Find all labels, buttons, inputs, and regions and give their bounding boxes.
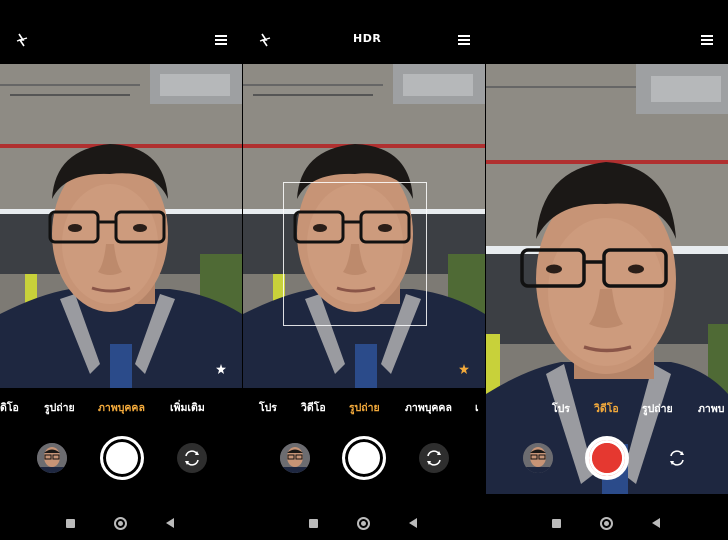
camera-flip-icon[interactable] [177,443,207,473]
top-bar [486,30,728,52]
viewfinder[interactable] [243,64,485,388]
top-bar [0,30,242,52]
mode-more[interactable]: เพิ่มเติม [170,399,205,416]
camera-flip-icon[interactable] [419,443,449,473]
mode-photo[interactable]: รูปถ่าย [642,400,673,417]
menu-icon[interactable] [214,33,228,47]
home-button[interactable] [600,517,613,530]
gallery-thumbnail[interactable] [280,443,310,473]
flash-off-icon[interactable] [257,32,273,48]
recents-button[interactable] [66,519,75,528]
home-button[interactable] [357,517,370,530]
camera-flip-icon[interactable] [662,443,692,473]
mode-video[interactable]: ดิโอ [0,399,19,416]
mode-video[interactable]: วิดีโอ [594,400,619,417]
mode-pro[interactable]: โปร [552,400,570,417]
recents-button[interactable] [309,519,318,528]
face-detection-box [283,182,427,326]
camera-panel-photo: HDR โปร วิดีโอ รูปถ่าย ภาพบุคคล เ [243,0,485,540]
top-bar: HDR [243,30,485,52]
system-nav-bar [243,516,485,532]
flash-off-icon[interactable] [14,32,30,48]
gallery-thumbnail[interactable] [37,443,67,473]
mode-portrait[interactable]: ภาพบุคคล [405,399,452,416]
back-button[interactable] [652,518,660,528]
camera-panel-video: โปร วิดีโอ รูปถ่าย ภาพบ [486,0,728,540]
menu-icon[interactable] [457,33,471,47]
back-button[interactable] [166,518,174,528]
back-button[interactable] [409,518,417,528]
shutter-button[interactable] [342,436,386,480]
mode-selector: ดิโอ รูปถ่าย ภาพบุคคล เพิ่มเติม [0,397,242,417]
gallery-thumbnail[interactable] [523,443,553,473]
mode-portrait[interactable]: ภาพบ [698,400,724,417]
beauty-effect-icon[interactable] [216,364,226,374]
shutter-button[interactable] [100,436,144,480]
mode-pro[interactable]: โปร [259,399,277,416]
camera-panel-portrait: ดิโอ รูปถ่าย ภาพบุคคล เพิ่มเติม [0,0,242,540]
mode-photo[interactable]: รูปถ่าย [44,399,75,416]
recents-button[interactable] [552,519,561,528]
menu-icon[interactable] [700,33,714,47]
hdr-toggle[interactable]: HDR [353,32,381,45]
mode-photo[interactable]: รูปถ่าย [349,399,380,416]
system-nav-bar [486,516,728,532]
beauty-effect-icon[interactable] [459,364,469,374]
record-dot [592,443,622,473]
mode-portrait[interactable]: ภาพบุคคล [98,399,145,416]
mode-selector: โปร วิดีโอ รูปถ่าย ภาพบุคคล เ [243,397,485,417]
home-button[interactable] [114,517,127,530]
record-button[interactable] [585,436,629,480]
viewfinder[interactable] [486,64,728,494]
viewfinder[interactable] [0,64,242,388]
mode-selector: โปร วิดีโอ รูปถ่าย ภาพบ [486,398,728,418]
mode-more[interactable]: เ [475,399,479,416]
system-nav-bar [0,516,242,532]
mode-video[interactable]: วิดีโอ [301,399,326,416]
